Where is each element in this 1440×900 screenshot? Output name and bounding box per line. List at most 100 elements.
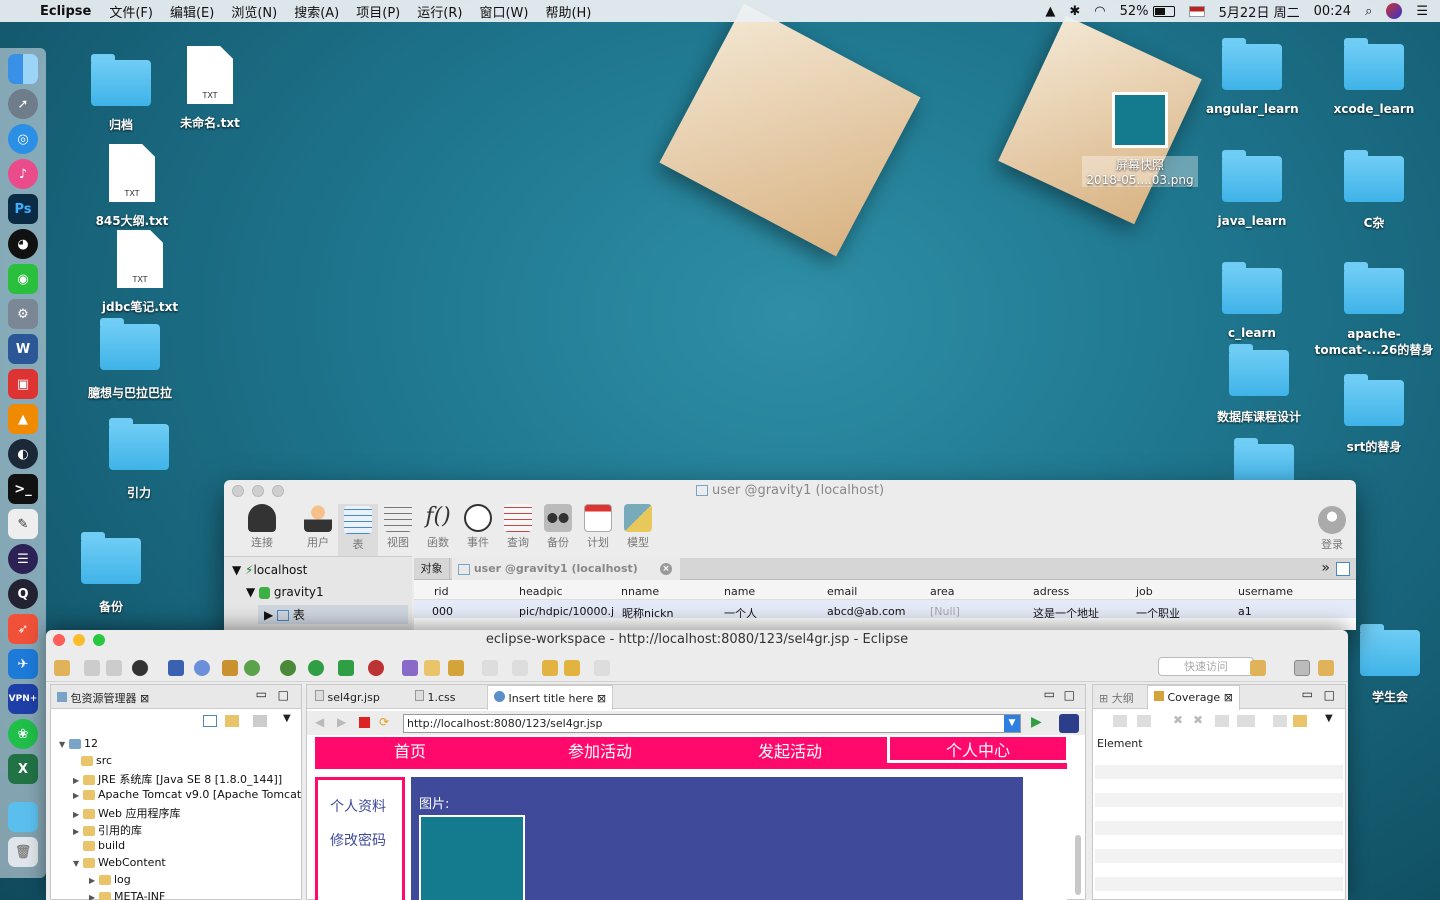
menu-window[interactable]: 窗口(W) (479, 2, 528, 21)
nav-forward-icon[interactable] (594, 660, 610, 676)
col-header-email[interactable]: email (827, 585, 857, 598)
browser-go-icon[interactable]: ▶ (1031, 714, 1042, 730)
tree-src[interactable]: src (81, 754, 112, 767)
editor-scrollbar[interactable] (1075, 835, 1081, 895)
spotlight-icon[interactable]: ⌕ (1365, 4, 1372, 19)
tool-queries[interactable]: 查询 (500, 504, 536, 550)
desktop-folder-c-misc[interactable]: C杂 (1328, 148, 1420, 231)
close-icon[interactable]: ⊠ (597, 692, 606, 705)
perspective-jee-icon[interactable] (1294, 660, 1310, 676)
nav-join-activity[interactable]: 参加活动 (505, 737, 695, 763)
nav-personal-center[interactable]: 个人中心 (887, 737, 1067, 763)
save-all-icon[interactable] (106, 660, 122, 676)
desktop-folder-db-course[interactable]: 数据库课程设计 (1208, 342, 1310, 425)
tree-ref-libs[interactable]: ▶ 引用的库 (73, 822, 142, 838)
dock-excel-icon[interactable]: X (8, 754, 38, 784)
cell-headpic[interactable]: pic/hdpic/10000.j (519, 605, 615, 618)
tab-package-explorer[interactable]: 包资源管理器 ⊠ (57, 690, 149, 706)
notification-center-icon[interactable]: ☰ (1416, 4, 1428, 19)
maximize-icon[interactable]: □ (1324, 688, 1335, 702)
open-folder-icon[interactable] (424, 660, 440, 676)
tree-node-gravity1[interactable]: ▼ gravity1 (246, 585, 324, 599)
dock-photoshop-icon[interactable]: Ps (8, 194, 38, 224)
browser-forward-icon[interactable]: ▶ (337, 715, 346, 729)
skip-breakpoints-icon[interactable] (194, 660, 210, 676)
menu-project[interactable]: 项目(P) (356, 2, 400, 21)
menu-file[interactable]: 文件(F) (109, 2, 153, 21)
remove-session-icon[interactable]: ✖ (1173, 713, 1183, 727)
dock-system-preferences-icon[interactable]: ⚙ (8, 299, 38, 329)
back-icon[interactable] (542, 660, 558, 676)
url-dropdown-icon[interactable]: ▼ (1004, 715, 1020, 732)
menubar-date[interactable]: 5月22日 周二 (1219, 2, 1300, 21)
dock-folder-icon[interactable] (8, 802, 38, 832)
run-icon[interactable] (308, 660, 324, 676)
desktop-folder-student-union[interactable]: 学生会 (1350, 622, 1430, 705)
desktop-folder-xcode[interactable]: xcode_learn (1328, 36, 1420, 116)
cell-area[interactable]: [Null] (930, 605, 960, 618)
refresh-icon[interactable] (244, 660, 260, 676)
nav-create-activity[interactable]: 发起活动 (695, 737, 885, 763)
tab-coverage[interactable]: Coverage ⊠ (1147, 685, 1240, 710)
dock-swift-icon[interactable]: ➶ (8, 614, 38, 644)
col-header-adress[interactable]: adress (1033, 585, 1069, 598)
desktop-folder-java[interactable]: java_learn (1206, 148, 1298, 228)
tree-log[interactable]: ▶ log (89, 873, 131, 886)
dock-terminal-icon[interactable]: >_ (8, 474, 38, 504)
collapse-all-icon[interactable] (203, 715, 217, 727)
dock-eclipse-icon[interactable]: ☰ (8, 544, 38, 574)
dock-launchpad-icon[interactable]: ➚ (8, 89, 38, 119)
focus-icon[interactable] (253, 715, 267, 727)
tool-connect[interactable]: 连接 (244, 504, 280, 550)
desktop-folder-backup[interactable]: 备份 (76, 530, 146, 615)
tool-functions[interactable]: f() 函数 (420, 504, 456, 550)
col-header-area[interactable]: area (930, 585, 955, 598)
tree-jre[interactable]: ▶ JRE 系统库 [Java SE 8 [1.8.0_144]] (73, 771, 282, 787)
search-tool-icon[interactable] (448, 660, 464, 676)
tab-user-table[interactable]: user @gravity1 (localhost) × (452, 558, 680, 580)
desktop-folder-fantasy[interactable]: 臆想与巴拉巴拉 (80, 316, 180, 401)
nav-home[interactable]: 首页 (315, 737, 505, 763)
menu-run[interactable]: 运行(R) (417, 2, 462, 21)
tree-tomcat[interactable]: ▶ Apache Tomcat v9.0 [Apache Tomcat (73, 788, 301, 801)
perspective-java-icon[interactable] (1318, 660, 1334, 676)
sidebar-link-change-password[interactable]: 修改密码 (330, 830, 386, 850)
minimize-icon[interactable]: ▭ (1302, 687, 1313, 701)
link-editor-icon[interactable] (225, 715, 239, 727)
cell-email[interactable]: abcd@ab.com (827, 605, 905, 618)
tab-outline[interactable]: ⊞ 大纲 (1099, 690, 1134, 706)
profile-picture[interactable] (419, 815, 525, 900)
tab-objects[interactable]: 对象 (414, 558, 450, 580)
dock-xcode-icon[interactable]: ✈ (8, 649, 38, 679)
browser-stop-icon[interactable] (359, 717, 370, 728)
tree-webcontent[interactable]: ▼ WebContent (73, 856, 166, 869)
col-header-rid[interactable]: rid (434, 585, 449, 598)
tree-web-libs[interactable]: ▶ Web 应用程序库 (73, 805, 180, 821)
minimize-icon[interactable]: ▭ (256, 687, 267, 701)
col-header-username[interactable]: username (1238, 585, 1293, 598)
desktop-file-845-txt[interactable]: TXT 845大纲.txt (92, 144, 172, 229)
desktop-folder-c-learn[interactable]: c_learn (1206, 260, 1298, 340)
remove-all-icon[interactable]: ✖ (1193, 713, 1203, 727)
col-header-headpic[interactable]: headpic (519, 585, 563, 598)
desktop-folder-angular[interactable]: angular_learn (1206, 36, 1299, 116)
input-flag-icon[interactable] (1188, 5, 1205, 17)
dock-trash-icon[interactable]: 🗑 (8, 837, 38, 867)
dock-quicktime-icon[interactable]: Q (8, 579, 38, 609)
profile-icon[interactable] (132, 660, 148, 676)
desktop-folder-gravity[interactable]: 引力 (104, 416, 174, 501)
browser-open-external-icon[interactable] (1059, 714, 1079, 733)
merge-icon[interactable] (1215, 715, 1229, 727)
tool-views[interactable]: 视图 (380, 504, 416, 550)
desktop-folder-archive[interactable]: 归档 (86, 52, 156, 133)
tree-project-12[interactable]: ▼ 12 (59, 737, 98, 750)
cell-adress[interactable]: 这是一个地址 (1033, 605, 1099, 621)
save-icon[interactable] (84, 660, 100, 676)
col-header-job[interactable]: job (1136, 585, 1153, 598)
view-menu-icon[interactable]: ▼ (283, 713, 291, 724)
desktop-alias-srt[interactable]: srt的替身 (1328, 372, 1420, 455)
cell-name[interactable]: 一个人 (724, 605, 757, 621)
link-icon[interactable] (1293, 715, 1307, 727)
col-header-nname[interactable]: nname (621, 585, 659, 598)
desktop-file-screenshot[interactable]: 屏幕快照 2018-05....03.png (1082, 92, 1198, 187)
